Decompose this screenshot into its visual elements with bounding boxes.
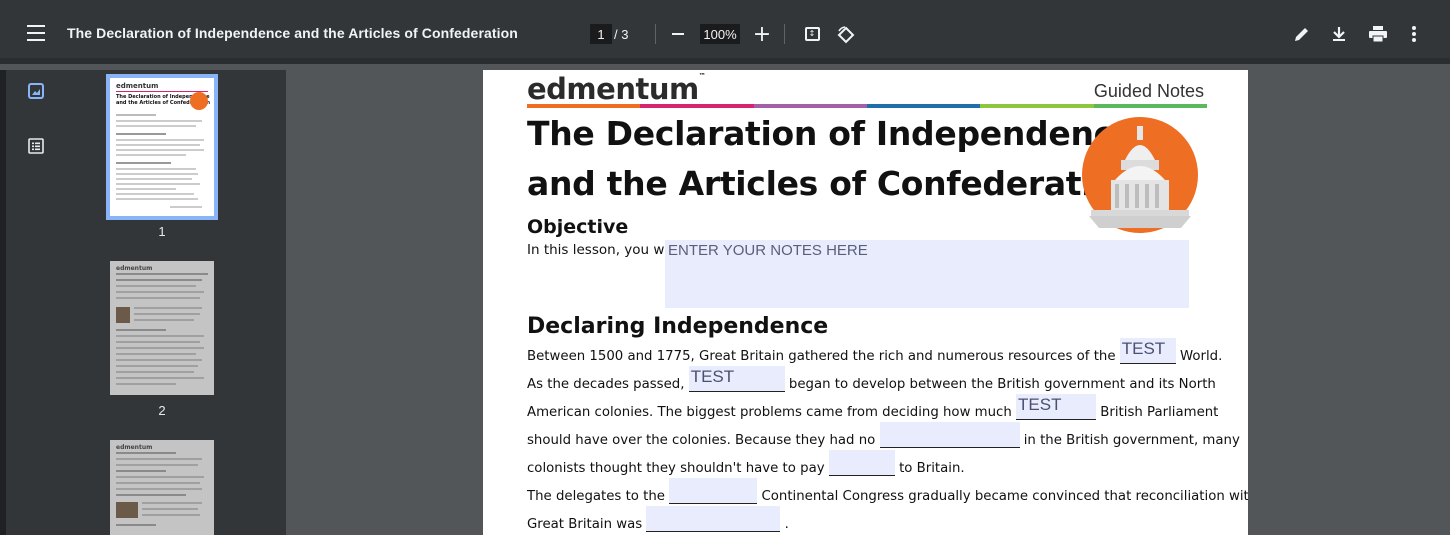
brand-logo: edmentum™ [527,72,706,106]
text: As the decades passed, [527,377,685,392]
list-icon[interactable] [26,136,46,156]
paragraph-line: American colonies. The biggest problems … [527,394,1218,420]
page-total: / 3 [614,27,629,42]
toolbar: The Declaration of Independence and the … [0,0,1450,64]
fill-in-blank[interactable]: TEST [1016,394,1097,420]
text: World. [1179,349,1223,364]
paragraph-line: should have over the colonies. Because t… [527,422,1240,448]
objective-notes-field[interactable]: ENTER YOUR NOTES HERE [665,240,1189,308]
declaring-heading: Declaring Independence [527,314,829,339]
image-icon[interactable] [26,81,46,101]
zoom-input[interactable] [700,24,740,44]
more-vertical-icon[interactable] [1402,22,1426,46]
text: colonists thought they shouldn't have to… [527,461,825,476]
text: in the British government, many [1023,433,1240,448]
document-title: The Declaration of Independence and the … [67,25,518,41]
pdf-page: edmentum™ Guided Notes The Declaration o… [483,70,1248,535]
divider [655,24,656,44]
page-title-line2: and the Articles of Confederation [527,164,1138,203]
thumbnail-label: 2 [158,403,166,418]
capitol-logo [1082,117,1198,233]
page-title-line1: The Declaration of Independence [527,114,1136,153]
page-number-input[interactable] [590,24,612,44]
text: . [784,517,789,532]
paragraph-line: colonists thought they shouldn't have to… [527,450,965,476]
paragraph-line: The delegates to the Continental Congres… [527,478,1248,504]
text: to Britain. [899,461,965,476]
page-thumbnail-2[interactable]: edmentum [110,261,214,395]
fit-to-page-icon[interactable]: ↕ [802,24,822,44]
fill-in-blank[interactable]: TEST [688,366,785,392]
download-icon[interactable] [1327,22,1351,46]
divider [784,24,785,44]
paragraph-line: Between 1500 and 1775, Great Britain gat… [527,338,1222,364]
rotate-icon[interactable] [835,24,857,46]
objective-prefix: In this lesson, you will [527,242,676,258]
fill-in-blank[interactable] [828,450,895,476]
sidebar-rail [0,70,6,535]
page-thumbnail-1[interactable]: edmentum The Declaration of Independence… [106,74,218,220]
text: Between 1500 and 1775, Great Britain gat… [527,349,1116,364]
page-thumbnail-3[interactable]: edmentum [110,440,214,535]
fill-in-blank[interactable] [669,478,758,504]
paragraph-line: As the decades passed, TEST began to dev… [527,366,1216,392]
text: The delegates to the [527,489,665,504]
text: Great Britain was [527,517,643,532]
text: began to develop between the British gov… [788,377,1216,392]
pdf-viewer: The Declaration of Independence and the … [0,0,1450,535]
color-bar [527,104,1207,108]
thumbnail-sidebar: edmentum The Declaration of Independence… [0,70,286,535]
plus-icon[interactable]: + [752,22,772,47]
document-viewer[interactable]: edmentum™ Guided Notes The Declaration o… [286,70,1450,535]
guided-notes-label: Guided Notes [1093,81,1204,101]
hamburger-menu-icon[interactable] [22,22,50,44]
text: Continental Congress gradually became co… [761,489,1248,504]
paragraph-line: Great Britain was . [527,506,789,532]
fill-in-blank[interactable] [646,506,781,532]
text: should have over the colonies. Because t… [527,433,876,448]
text: British Parliament [1100,405,1219,420]
minus-icon[interactable] [668,24,688,44]
fill-in-blank[interactable]: TEST [1119,338,1176,364]
pencil-icon[interactable] [1290,22,1314,46]
objective-heading: Objective [527,216,629,238]
text: American colonies. The biggest problems … [527,405,1012,420]
thumbnail-label: 1 [158,224,166,239]
fill-in-blank[interactable] [879,422,1020,448]
printer-icon[interactable] [1366,22,1390,46]
